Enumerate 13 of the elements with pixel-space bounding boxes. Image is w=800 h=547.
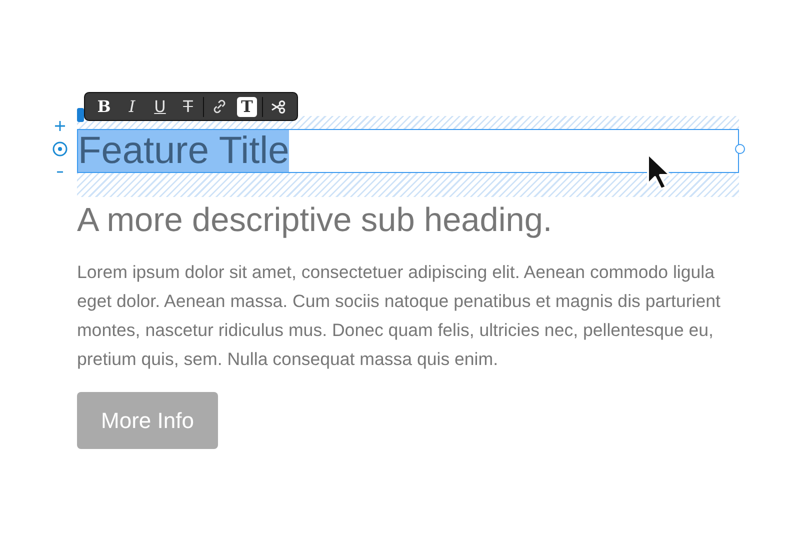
format-button[interactable]: I [119,96,145,118]
body-text: Lorem ipsum dolor sit amet, consectetuer adipiscing elit. Aenean commodo ligula eget dolor. Aenean massa. Cum sociis natoque penatibus et magnis dis parturient montes, nascetur ridiculus mus. Donec quam felis, ultricies nec, pellentesque eu, pretium quis, sem. Nulla consequat massa quis enim. [77,261,722,371]
scissors-icon [270,100,286,114]
link-icon [212,99,226,114]
format-button[interactable]: T [237,96,257,116]
format-button[interactable]: B [91,96,117,118]
target-icon[interactable] [52,141,68,157]
subheading: A more descriptive sub heading. [77,201,554,241]
element-tag[interactable] [77,108,84,122]
resize-handle[interactable] [735,144,745,154]
format-button[interactable]: U [147,96,173,118]
format-button[interactable]: T [175,96,201,118]
plus-icon[interactable] [55,121,65,131]
